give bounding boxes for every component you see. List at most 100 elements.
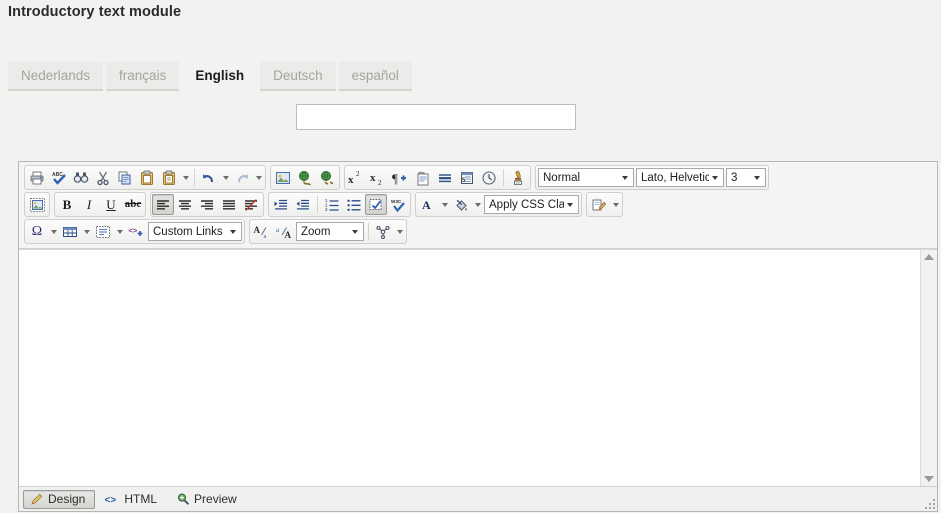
w3c-validate-icon[interactable]: W3C	[387, 194, 409, 215]
language-tab-english[interactable]: English	[182, 62, 257, 91]
mode-tab-preview[interactable]: Preview	[169, 490, 247, 509]
copy-icon[interactable]	[114, 167, 136, 188]
horizontal-rule-icon[interactable]	[434, 167, 456, 188]
svg-text:a: a	[264, 233, 267, 240]
underline-button[interactable]: U	[100, 194, 122, 215]
font-size-select[interactable]: 3	[726, 168, 766, 187]
language-tabs: Nederlands français English Deutsch espa…	[8, 62, 412, 91]
subscript-icon[interactable]: x 2	[368, 167, 390, 188]
remove-alignment-icon[interactable]	[240, 194, 262, 215]
strikethrough-button[interactable]: abc	[122, 194, 144, 215]
language-tab-nederlands[interactable]: Nederlands	[8, 62, 103, 91]
svg-text:x: x	[348, 174, 354, 186]
image-icon[interactable]	[272, 167, 294, 188]
chevron-down-icon[interactable]	[610, 194, 621, 215]
chevron-down-icon	[751, 176, 763, 180]
indent-icon[interactable]	[270, 194, 292, 215]
uppercase-icon[interactable]: A a	[251, 221, 273, 242]
chevron-down-icon[interactable]	[220, 167, 231, 188]
find-icon[interactable]	[70, 167, 92, 188]
chevron-down-icon[interactable]	[114, 221, 125, 242]
toolbar-row-3: Ω	[21, 218, 935, 245]
align-right-icon[interactable]	[196, 194, 218, 215]
toolbar-group-clipboard: ABC	[24, 165, 266, 190]
format-painter-icon[interactable]	[588, 194, 610, 215]
template-icon[interactable]: abc	[412, 167, 434, 188]
chevron-down-icon[interactable]	[394, 221, 405, 242]
show-blocks-icon[interactable]	[365, 194, 387, 215]
bulleted-list-icon[interactable]	[343, 194, 365, 215]
chevron-down-icon[interactable]	[48, 221, 59, 242]
svg-text:3: 3	[325, 207, 328, 212]
mode-tab-html[interactable]: <> HTML	[97, 490, 167, 509]
svg-text:<>: <>	[516, 180, 520, 184]
div-container-icon[interactable]	[92, 221, 114, 242]
lowercase-icon[interactable]: a A	[273, 221, 295, 242]
chevron-down-icon[interactable]	[472, 194, 483, 215]
scroll-up-icon[interactable]	[924, 254, 934, 260]
font-family-select[interactable]: Lato, Helvetic...	[636, 168, 724, 187]
chevron-down-icon[interactable]	[439, 194, 450, 215]
toolbar-group-image-template	[24, 192, 50, 217]
bold-label: B	[63, 198, 72, 211]
mode-tab-design-label: Design	[48, 492, 85, 506]
toolbar-row-2: B I U abc	[21, 191, 935, 218]
superscript-icon[interactable]: x 2	[346, 167, 368, 188]
editor-content-area[interactable]	[19, 250, 920, 486]
snippet-icon[interactable]: <>	[507, 167, 529, 188]
svg-text:A: A	[254, 225, 261, 235]
print-button[interactable]	[26, 167, 48, 188]
text-color-icon[interactable]: A	[417, 194, 439, 215]
language-tab-deutsch[interactable]: Deutsch	[260, 62, 336, 91]
background-color-icon[interactable]	[450, 194, 472, 215]
numbered-list-icon[interactable]: 1 2 3	[321, 194, 343, 215]
chevron-down-icon	[564, 203, 576, 207]
chevron-down-icon	[709, 176, 721, 180]
pencil-icon	[30, 492, 44, 506]
language-tab-francais[interactable]: français	[106, 62, 179, 91]
svg-text:a: a	[276, 226, 280, 234]
special-character-icon[interactable]: Ω	[26, 221, 48, 242]
chevron-down-icon	[619, 176, 631, 180]
zoom-select[interactable]: Zoom	[296, 222, 364, 241]
redo-icon[interactable]	[231, 167, 253, 188]
code-snippet-icon[interactable]: <>	[125, 221, 147, 242]
title-input[interactable]	[296, 104, 576, 130]
align-justify-icon[interactable]	[218, 194, 240, 215]
image-template-icon[interactable]	[26, 194, 48, 215]
toolbar-separator	[503, 169, 504, 186]
language-tab-espanol[interactable]: español	[339, 62, 412, 91]
paragraph-format-select[interactable]: Normal	[538, 168, 634, 187]
scroll-down-icon[interactable]	[924, 476, 934, 482]
chevron-down-icon[interactable]	[81, 221, 92, 242]
editor-scrollbar[interactable]	[920, 250, 937, 486]
mode-tab-design[interactable]: Design	[23, 490, 95, 509]
table-icon[interactable]	[59, 221, 81, 242]
bold-button[interactable]: B	[56, 194, 78, 215]
align-left-icon[interactable]	[152, 194, 174, 215]
italic-button[interactable]: I	[78, 194, 100, 215]
zoom-value: Zoom	[301, 226, 330, 238]
paste-icon[interactable]	[136, 167, 158, 188]
cut-icon[interactable]	[92, 167, 114, 188]
unlink-icon[interactable]	[316, 167, 338, 188]
apply-css-class-select[interactable]: Apply CSS Cla..	[484, 195, 579, 214]
spellcheck-button[interactable]: ABC	[48, 167, 70, 188]
toolbar-group-insert-objects: Ω	[24, 219, 245, 244]
paste-text-icon[interactable]	[158, 167, 180, 188]
form-icon[interactable]: 5	[456, 167, 478, 188]
clock-icon[interactable]	[478, 167, 500, 188]
custom-links-select[interactable]: Custom Links	[148, 222, 242, 241]
align-center-icon[interactable]	[174, 194, 196, 215]
accessibility-icon[interactable]	[372, 221, 394, 242]
paragraph-add-icon[interactable]: ¶	[390, 167, 412, 188]
svg-text:2: 2	[356, 170, 360, 178]
chevron-down-icon[interactable]	[180, 167, 191, 188]
outdent-icon[interactable]	[292, 194, 314, 215]
undo-icon[interactable]	[198, 167, 220, 188]
chevron-down-icon[interactable]	[253, 167, 264, 188]
resize-grip[interactable]	[923, 497, 935, 509]
magnifier-icon	[176, 492, 190, 506]
chevron-down-icon	[349, 230, 361, 234]
link-icon[interactable]	[294, 167, 316, 188]
